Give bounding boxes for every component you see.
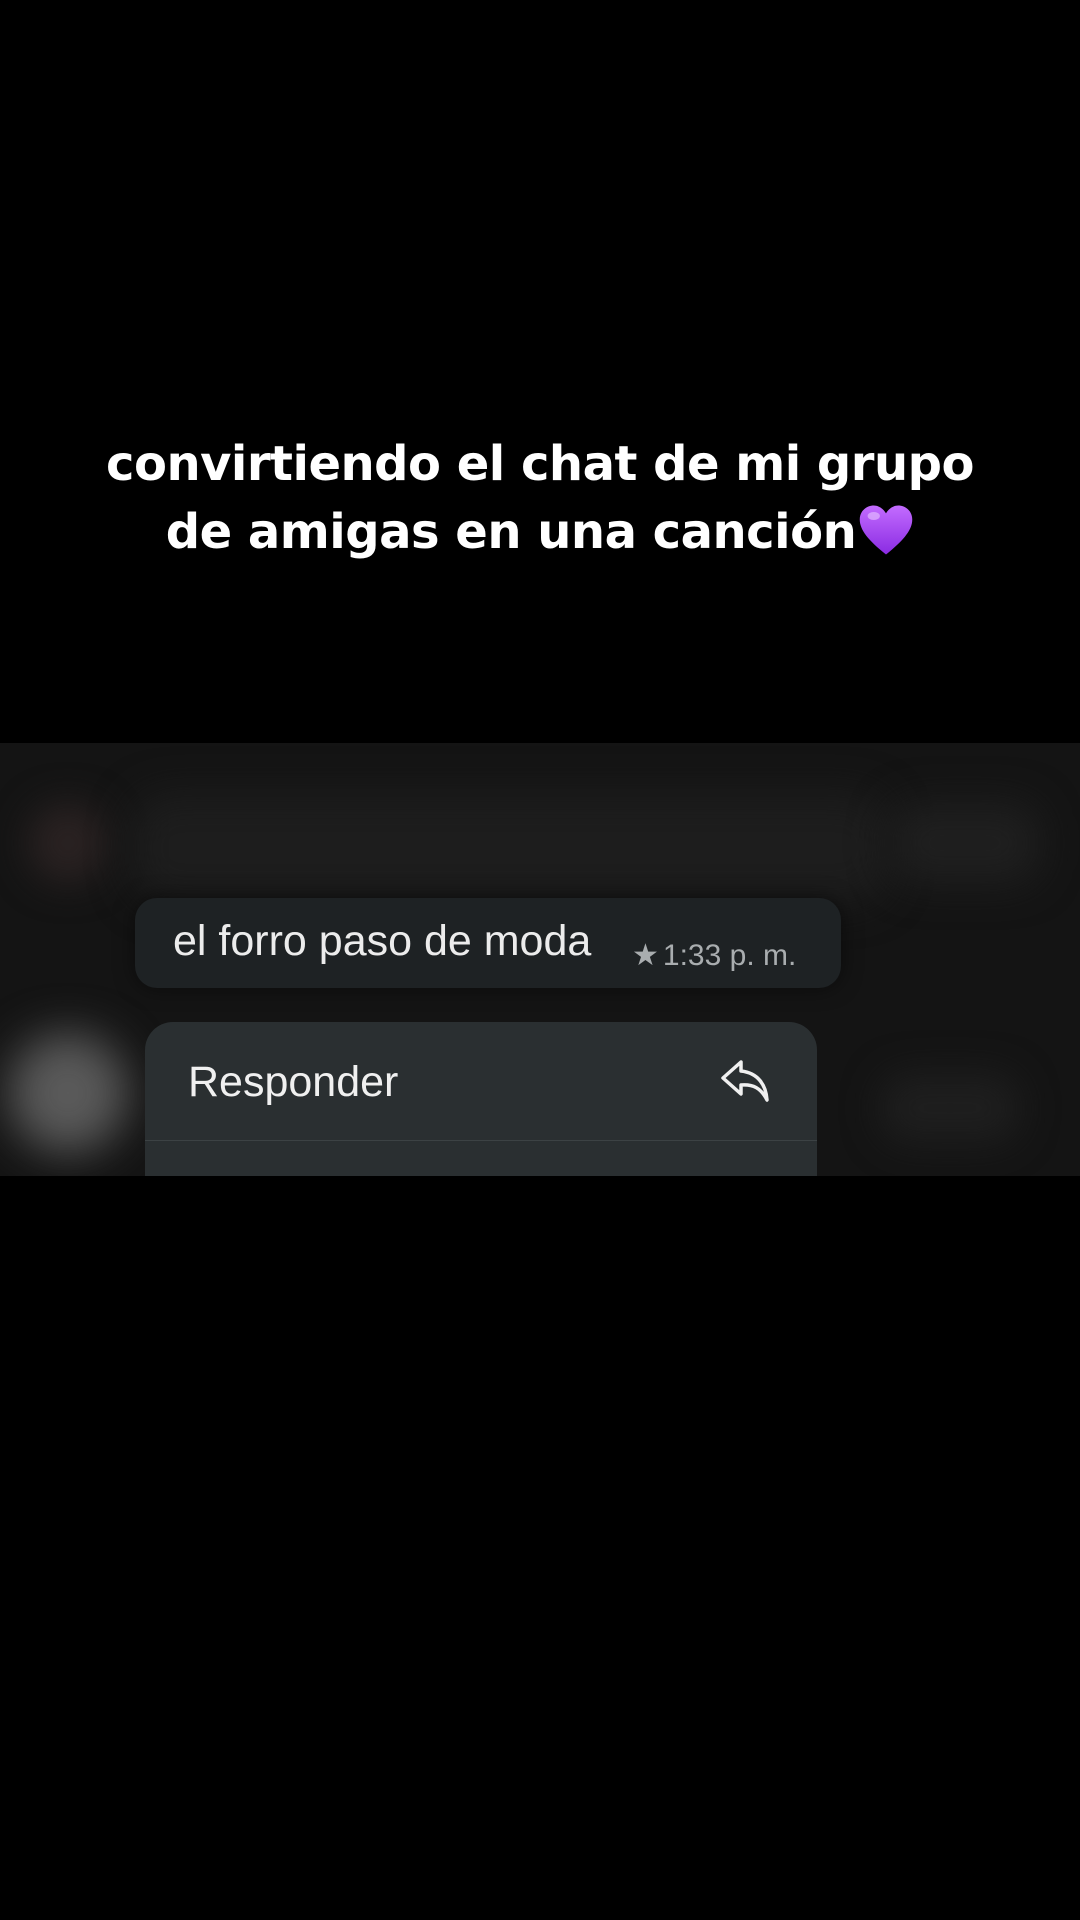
- message-bubble[interactable]: el forro paso de moda ★ 1:33 p. m.: [135, 898, 841, 988]
- blurred-background: [890, 803, 1040, 883]
- reply-icon: [721, 1060, 769, 1102]
- purple-heart-icon: [859, 505, 913, 555]
- menu-item-label: Responder: [188, 1058, 399, 1106]
- blurred-avatar: [28, 803, 108, 883]
- star-icon: ★: [632, 939, 659, 972]
- context-menu: Responder: [145, 1022, 817, 1176]
- chat-screenshot: el forro paso de moda ★ 1:33 p. m. Respon…: [0, 743, 1080, 1176]
- message-text: el forro paso de moda: [173, 917, 592, 965]
- message-meta: ★ 1:33 p. m.: [632, 938, 796, 974]
- message-time: 1:33 p. m.: [662, 939, 797, 972]
- caption-line-1: convirtiendo el chat de mi grupo: [106, 436, 974, 492]
- menu-divider: [145, 1140, 817, 1141]
- blurred-background: [880, 1073, 1020, 1143]
- blurred-background: [130, 793, 890, 903]
- blurred-avatar: [8, 1033, 128, 1153]
- menu-item-reply[interactable]: Responder: [145, 1022, 817, 1140]
- video-caption: convirtiendo el chat de mi grupo de amig…: [0, 430, 1080, 566]
- caption-line-2-text: de amigas en una canción: [165, 504, 857, 560]
- caption-line-2: de amigas en una canción: [0, 498, 1080, 566]
